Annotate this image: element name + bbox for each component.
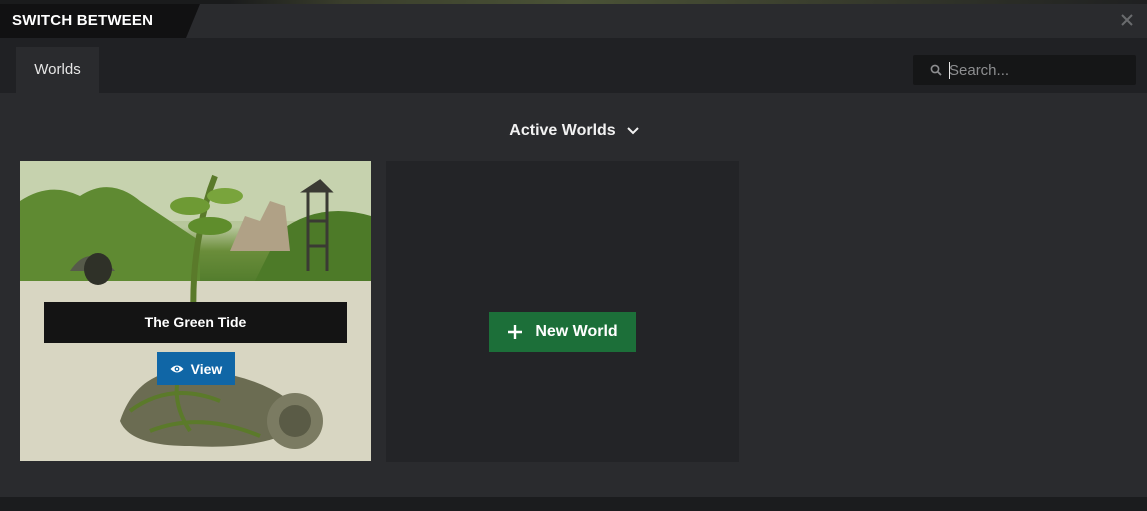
close-icon — [1121, 14, 1133, 26]
switch-dialog: SWITCH BETWEEN Worlds Active Worlds — [0, 4, 1147, 497]
eye-icon — [170, 365, 184, 372]
plus-icon — [508, 325, 523, 339]
world-name: The Green Tide — [44, 302, 347, 343]
section-title: Active Worlds — [509, 122, 616, 139]
active-worlds-toggle[interactable]: Active Worlds — [509, 122, 639, 140]
close-button[interactable] — [1117, 10, 1137, 30]
search-icon — [930, 64, 942, 76]
new-world-label: New World — [535, 323, 618, 340]
dialog-title: SWITCH BETWEEN — [12, 12, 154, 29]
world-card[interactable]: The Green Tide View — [20, 161, 371, 461]
search-input[interactable] — [949, 60, 1129, 80]
new-world-button[interactable]: New World — [489, 312, 636, 352]
page-footer-strip — [0, 497, 1147, 511]
text-caret — [949, 62, 950, 79]
section-header: Active Worlds — [0, 122, 1147, 140]
search-box[interactable] — [913, 55, 1136, 85]
new-world-card: New World — [386, 161, 739, 462]
view-world-button[interactable]: View — [157, 352, 235, 385]
view-label: View — [190, 360, 223, 377]
tab-worlds[interactable]: Worlds — [16, 47, 99, 93]
tab-bar: Worlds — [0, 38, 1147, 93]
chevron-down-icon — [626, 127, 639, 135]
